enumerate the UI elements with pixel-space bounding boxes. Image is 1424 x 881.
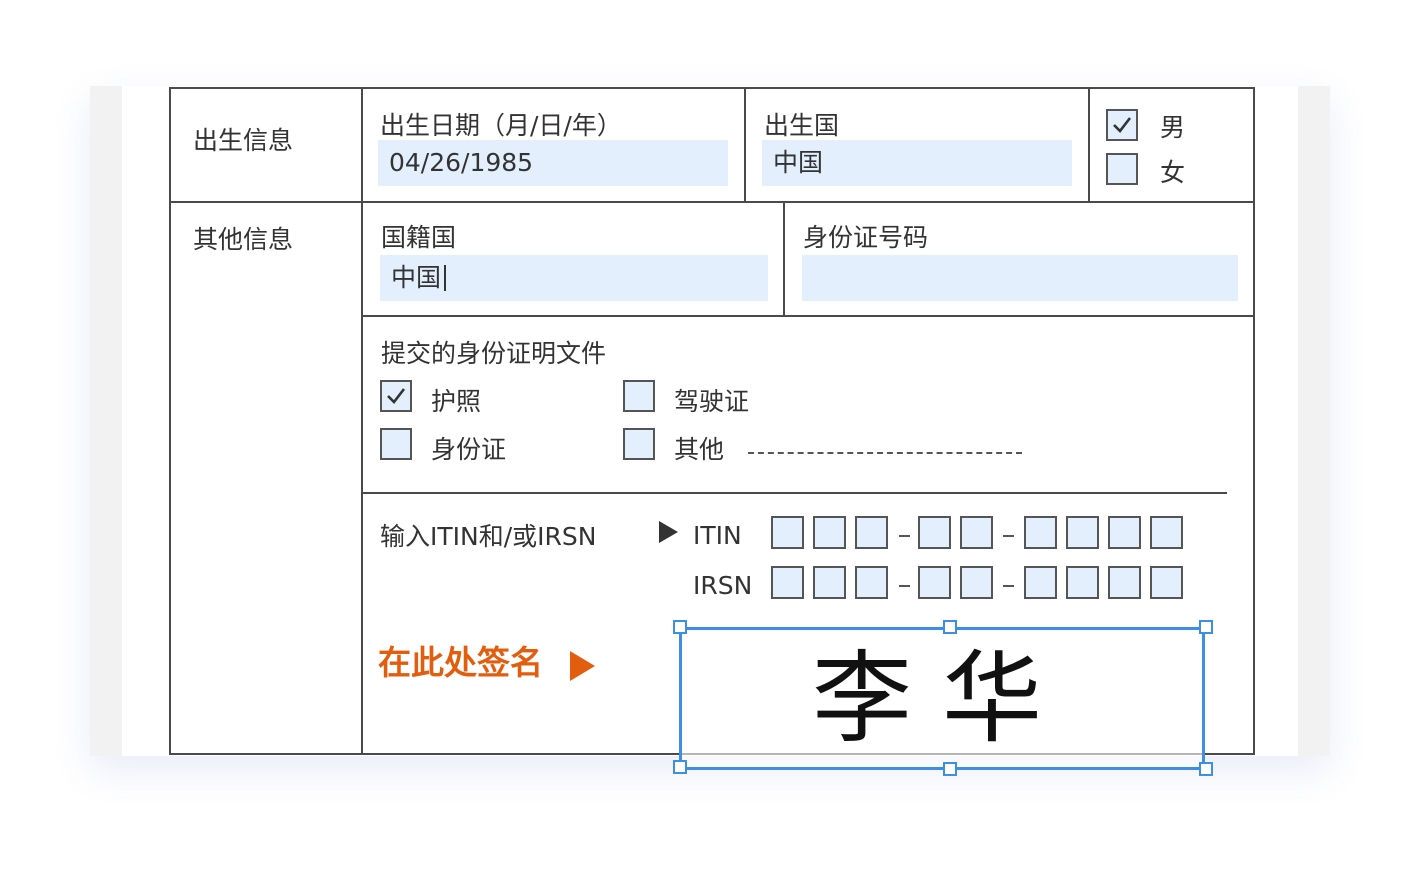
itin-separator-dash	[899, 535, 910, 537]
border-left	[169, 87, 171, 755]
nationality-value: 中国	[391, 263, 442, 292]
signature-text: 李华	[812, 639, 1072, 757]
gender-female-checkbox[interactable]	[1106, 153, 1138, 185]
irsn-digit-box[interactable]	[771, 566, 804, 599]
border-right	[1253, 87, 1255, 755]
checkmark-icon	[1113, 117, 1132, 133]
row-divider-2	[361, 315, 1255, 317]
resize-handle-bottom-middle[interactable]	[943, 762, 957, 776]
nationality-label: 国籍国	[381, 223, 457, 252]
id-card-checkbox[interactable]	[380, 428, 412, 460]
other-doc-write-line[interactable]	[748, 452, 1022, 454]
drivers-license-label: 驾驶证	[674, 387, 750, 416]
documents-label: 提交的身份证明文件	[381, 339, 607, 368]
irsn-digit-box[interactable]	[918, 566, 951, 599]
text-cursor	[444, 265, 447, 291]
other-doc-checkbox[interactable]	[623, 428, 655, 460]
itin-digit-box[interactable]	[1108, 516, 1141, 549]
sign-here-prompt: 在此处签名	[378, 646, 543, 679]
play-arrow-icon	[659, 521, 678, 543]
border-top	[169, 87, 1255, 89]
id-number-label: 身份证号码	[803, 223, 929, 252]
resize-handle-top-right[interactable]	[1199, 620, 1213, 634]
itin-digit-box[interactable]	[813, 516, 846, 549]
gender-male-label: 男	[1160, 113, 1186, 142]
itin-digit-box[interactable]	[1066, 516, 1099, 549]
itin-digit-box[interactable]	[1024, 516, 1057, 549]
itin-label: ITIN	[693, 521, 742, 550]
dob-field[interactable]: 04/26/1985	[378, 140, 728, 186]
row-divider-1	[169, 201, 1255, 203]
itin-digit-box[interactable]	[855, 516, 888, 549]
irsn-digit-box[interactable]	[1066, 566, 1099, 599]
col-divider-gender	[1088, 87, 1090, 202]
itin-digit-box[interactable]	[1150, 516, 1183, 549]
other-info-label: 其他信息	[193, 225, 294, 254]
itin-irsn-label: 输入ITIN和/或IRSN	[380, 522, 597, 551]
dob-label: 出生日期（月/日/年）	[380, 111, 622, 140]
irsn-label: IRSN	[693, 571, 753, 600]
row-divider-3	[361, 492, 1227, 494]
checkmark-icon	[387, 388, 406, 404]
other-doc-label: 其他	[674, 435, 725, 464]
gender-female-label: 女	[1160, 158, 1186, 187]
gender-male-checkbox[interactable]	[1106, 109, 1138, 141]
irsn-separator-dash	[1003, 585, 1014, 587]
birth-country-label: 出生国	[764, 111, 840, 140]
resize-handle-bottom-left[interactable]	[673, 760, 687, 774]
passport-label: 护照	[431, 387, 482, 416]
label-column-divider	[361, 87, 363, 755]
itin-separator-dash	[1003, 535, 1014, 537]
irsn-digit-box[interactable]	[1024, 566, 1057, 599]
irsn-separator-dash	[899, 585, 910, 587]
nationality-field[interactable]: 中国	[380, 255, 768, 301]
irsn-digit-box[interactable]	[1108, 566, 1141, 599]
irsn-digit-box[interactable]	[855, 566, 888, 599]
drivers-license-checkbox[interactable]	[623, 380, 655, 412]
signature-box[interactable]: 李华	[679, 627, 1205, 770]
col-divider-nationality	[783, 201, 785, 316]
col-divider-dob	[744, 87, 746, 202]
irsn-digit-box[interactable]	[813, 566, 846, 599]
passport-checkbox[interactable]	[380, 380, 412, 412]
birth-info-label: 出生信息	[193, 126, 294, 155]
irsn-digit-box[interactable]	[1150, 566, 1183, 599]
itin-digit-box[interactable]	[960, 516, 993, 549]
irsn-digit-box[interactable]	[960, 566, 993, 599]
resize-handle-top-middle[interactable]	[943, 620, 957, 634]
resize-handle-top-left[interactable]	[673, 620, 687, 634]
id-card-label: 身份证	[431, 435, 507, 464]
itin-digit-box[interactable]	[918, 516, 951, 549]
resize-handle-bottom-right[interactable]	[1199, 762, 1213, 776]
sign-here-text: 在此处签名	[378, 643, 543, 682]
birth-country-field[interactable]: 中国	[762, 140, 1072, 186]
itin-digit-box[interactable]	[771, 516, 804, 549]
sign-here-arrow-icon	[570, 651, 595, 681]
id-number-field[interactable]	[802, 255, 1238, 301]
